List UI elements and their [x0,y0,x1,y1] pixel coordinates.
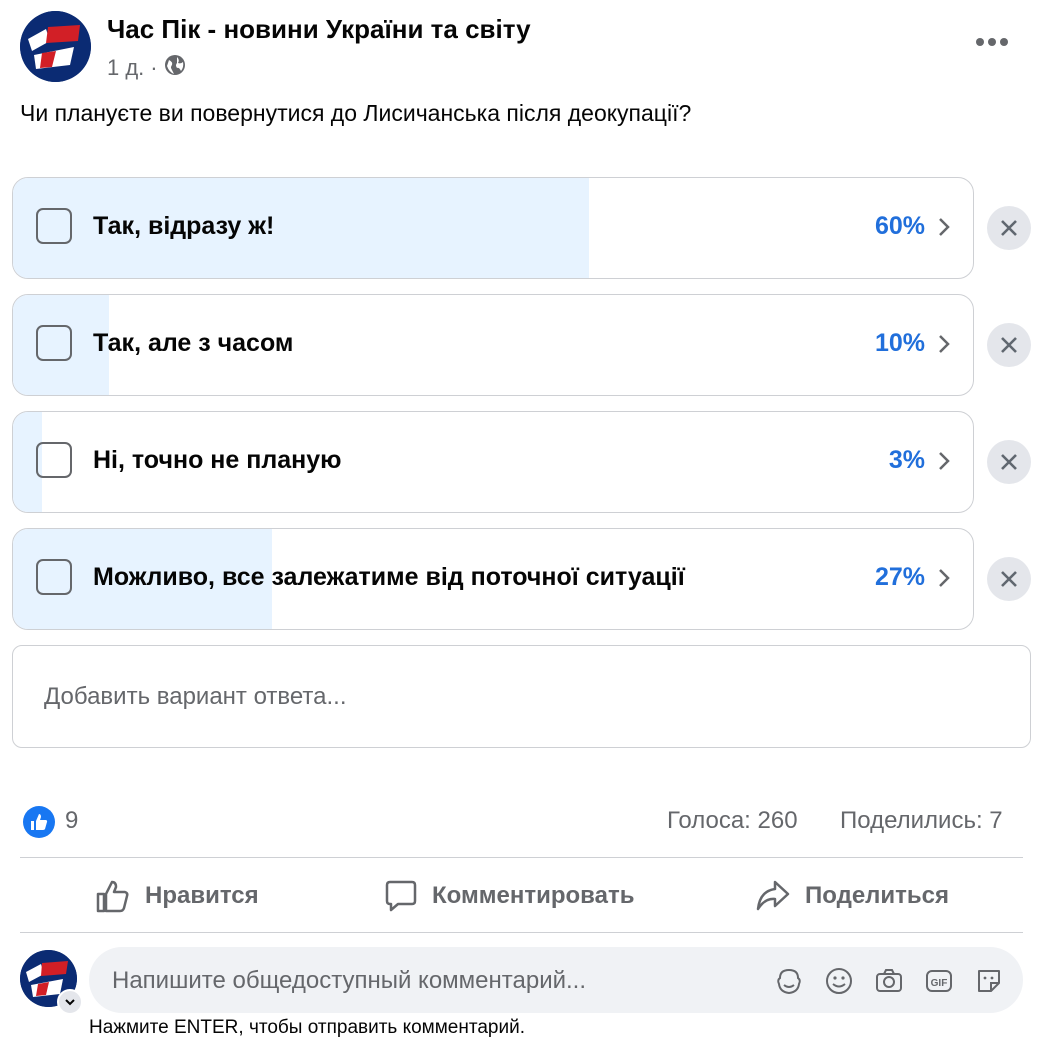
chevron-right-icon [939,452,950,470]
poll-option[interactable]: Так, але з часом 10% [12,294,974,396]
poll-option-label: Так, але з часом [93,329,294,357]
poll-option-label: Так, відразу ж! [93,212,275,240]
share-button[interactable]: Поделиться [755,870,949,922]
divider [20,932,1023,933]
poll-option-percent: 60% [874,212,925,240]
thumbs-up-icon [96,880,129,913]
remove-option-button[interactable] [987,323,1031,367]
comment-field[interactable]: GIF [89,947,1023,1013]
close-icon [1001,454,1017,470]
comment-label: Комментировать [432,882,635,909]
page-name[interactable]: Час Пік - новини України та світу [107,14,531,45]
more-options-icon[interactable] [972,26,1012,58]
comment-button[interactable]: Комментировать [384,870,634,922]
page-avatar[interactable] [20,11,91,82]
like-button[interactable]: Нравится [95,870,259,922]
reaction-count[interactable]: 9 [65,807,78,835]
chevron-right-icon [939,335,950,353]
poll-option-percent: 3% [888,446,925,474]
share-label: Поделиться [805,882,950,909]
close-icon [1001,571,1017,587]
emoji-icon[interactable] [823,965,855,997]
remove-option-button[interactable] [987,557,1031,601]
remove-option-button[interactable] [987,206,1031,250]
comment-hint: Нажмите ENTER, чтобы отправить комментар… [89,1017,525,1038]
add-option-input[interactable] [42,682,946,712]
globe-icon [164,54,186,82]
shares-count[interactable]: Поделились: 7 [840,807,1003,835]
chevron-right-icon [939,569,950,587]
poll-option-label: Ні, точно не планую [93,446,342,474]
close-icon [1001,220,1017,236]
comment-icon [385,880,417,912]
poll-checkbox[interactable] [36,208,72,244]
svg-text:GIF: GIF [931,978,948,989]
like-reaction-icon[interactable] [23,806,55,838]
poll-option[interactable]: Можливо, все залежатиме від поточної сит… [12,528,974,630]
post-time[interactable]: 1 д. [107,55,144,81]
poll-option-label: Можливо, все залежатиме від поточної сит… [93,563,685,591]
poll-checkbox[interactable] [36,325,72,361]
divider [20,857,1023,858]
votes-count[interactable]: Голоса: 260 [667,807,798,835]
poll-option-percent: 27% [874,563,925,591]
poll-option[interactable]: Ні, точно не планую 3% [12,411,974,513]
close-icon [1001,337,1017,353]
comment-input[interactable] [110,966,754,996]
camera-icon[interactable] [873,965,905,997]
chevron-down-icon[interactable] [57,989,83,1015]
gif-icon[interactable]: GIF [923,965,955,997]
meta-separator: · [150,55,158,80]
avatar-sticker-icon[interactable] [773,965,805,997]
post-question: Чи плануєте ви повернутися до Лисичанськ… [20,100,692,126]
poll-checkbox[interactable] [36,559,72,595]
like-label: Нравится [145,882,259,909]
poll-checkbox[interactable] [36,442,72,478]
remove-option-button[interactable] [987,440,1031,484]
post-meta: 1 д. · [107,54,186,82]
sticker-icon[interactable] [973,965,1005,997]
add-option-field[interactable] [12,645,1031,748]
poll-option[interactable]: Так, відразу ж! 60% [12,177,974,279]
share-icon [756,880,790,911]
chevron-right-icon [939,218,950,236]
poll-option-percent: 10% [874,329,925,357]
